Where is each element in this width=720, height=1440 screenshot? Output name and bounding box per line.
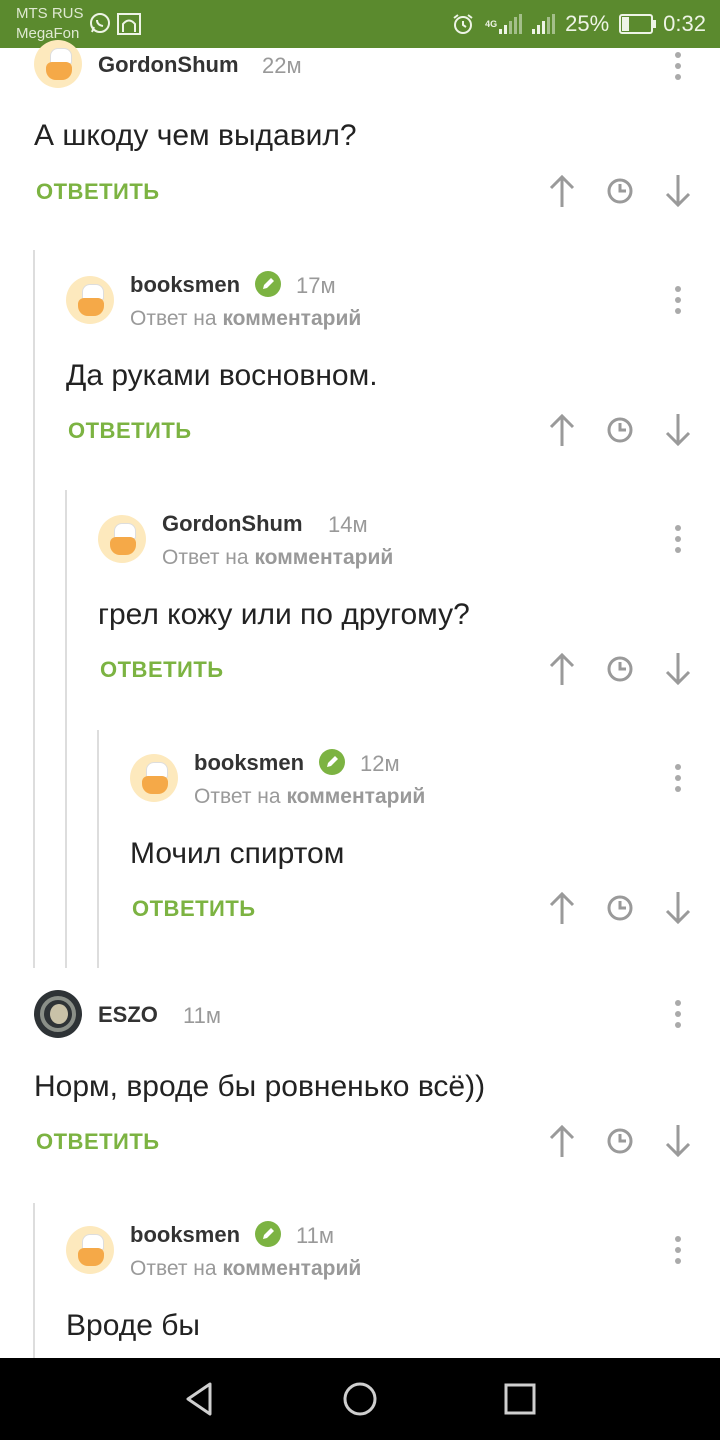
reply-to-prefix: Ответ на bbox=[162, 546, 249, 569]
reply-to-link[interactable]: комментарий bbox=[254, 546, 393, 569]
comment-text: грел кожу или по другому? bbox=[98, 598, 470, 631]
more-vert-icon[interactable] bbox=[668, 521, 688, 557]
battery-percent: 25% bbox=[565, 11, 610, 36]
whatsapp-icon bbox=[90, 13, 110, 33]
square-recents-icon[interactable] bbox=[500, 1380, 540, 1418]
comment-text: Вроде бы bbox=[66, 1309, 200, 1342]
arrow-up-icon[interactable] bbox=[546, 1123, 578, 1159]
status-bar: MTS RUS MegaFon 4G 25% 0:32 bbox=[0, 0, 720, 48]
circle-home-icon[interactable] bbox=[340, 1380, 380, 1418]
arrow-down-icon[interactable] bbox=[662, 651, 694, 687]
comment-author[interactable]: GordonShum bbox=[162, 511, 303, 537]
clock: 0:32 bbox=[663, 11, 706, 36]
arrow-up-icon[interactable] bbox=[546, 412, 578, 448]
battery-icon bbox=[619, 14, 657, 34]
clock-icon[interactable] bbox=[604, 651, 636, 687]
avatar[interactable] bbox=[98, 515, 146, 563]
more-vert-icon[interactable] bbox=[668, 760, 688, 796]
more-vert-icon[interactable] bbox=[668, 996, 688, 1032]
alarm-icon bbox=[453, 14, 473, 34]
arrow-down-icon[interactable] bbox=[662, 1123, 694, 1159]
reply-to-line: Ответ на комментарий bbox=[194, 785, 425, 809]
reply-to-prefix: Ответ на bbox=[130, 307, 217, 330]
network-type-label: 4G bbox=[485, 19, 498, 29]
clock-icon[interactable] bbox=[604, 1123, 636, 1159]
arrow-down-icon[interactable] bbox=[662, 173, 694, 209]
mosque-app-icon bbox=[117, 13, 141, 35]
arrow-up-icon[interactable] bbox=[546, 890, 578, 926]
clock-icon[interactable] bbox=[604, 173, 636, 209]
reply-to-link[interactable]: комментарий bbox=[222, 1257, 361, 1280]
arrow-up-icon[interactable] bbox=[546, 651, 578, 687]
reply-to-line: Ответ на комментарий bbox=[130, 307, 361, 331]
avatar[interactable] bbox=[34, 40, 82, 88]
carrier-info: MTS RUS MegaFon bbox=[16, 4, 84, 44]
carrier-line-1: MTS RUS bbox=[16, 5, 84, 22]
reply-to-line: Ответ на комментарий bbox=[162, 546, 393, 570]
thread-line-level-1b bbox=[33, 1203, 35, 1358]
comment-time: 14м bbox=[328, 512, 368, 537]
comment-text: Норм, вроде бы ровненько всё)) bbox=[34, 1070, 486, 1103]
more-vert-icon[interactable] bbox=[668, 1232, 688, 1268]
verified-pencil-icon bbox=[255, 271, 281, 297]
comment-author[interactable]: booksmen bbox=[194, 750, 304, 776]
reply-to-link[interactable]: комментарий bbox=[222, 307, 361, 330]
navigation-bar bbox=[0, 1358, 720, 1440]
thread-line-level-1 bbox=[33, 250, 35, 968]
triangle-back-icon[interactable] bbox=[180, 1380, 220, 1418]
reply-button[interactable]: ОТВЕТИТЬ bbox=[132, 896, 256, 922]
reply-button[interactable]: ОТВЕТИТЬ bbox=[36, 179, 160, 205]
verified-pencil-icon bbox=[255, 1221, 281, 1247]
reply-to-link[interactable]: комментарий bbox=[286, 785, 425, 808]
avatar[interactable] bbox=[130, 754, 178, 802]
comment-text: А шкоду чем выдавил? bbox=[34, 119, 357, 152]
more-vert-icon[interactable] bbox=[668, 48, 688, 84]
comment-text: Да руками восновном. bbox=[66, 359, 378, 392]
avatar[interactable] bbox=[66, 1226, 114, 1274]
reply-to-prefix: Ответ на bbox=[194, 785, 281, 808]
arrow-down-icon[interactable] bbox=[662, 890, 694, 926]
reply-to-prefix: Ответ на bbox=[130, 1257, 217, 1280]
comment-text: Мочил спиртом bbox=[130, 837, 345, 870]
status-indicators: 4G 25% 0:32 bbox=[451, 8, 706, 40]
comment-time: 12м bbox=[360, 751, 400, 776]
comment-author[interactable]: booksmen bbox=[130, 272, 240, 298]
more-vert-icon[interactable] bbox=[668, 282, 688, 318]
clock-icon[interactable] bbox=[604, 890, 636, 926]
verified-pencil-icon bbox=[319, 749, 345, 775]
reply-button[interactable]: ОТВЕТИТЬ bbox=[68, 418, 192, 444]
comment-author[interactable]: booksmen bbox=[130, 1222, 240, 1248]
avatar[interactable] bbox=[66, 276, 114, 324]
comment-author[interactable]: GordonShum bbox=[98, 52, 239, 78]
signal-1-icon bbox=[499, 14, 523, 34]
comment-time: 22м bbox=[262, 53, 302, 78]
thread-line-level-3 bbox=[97, 730, 99, 968]
signal-2-icon bbox=[532, 14, 556, 34]
comment-time: 17м bbox=[296, 273, 336, 298]
clock-icon[interactable] bbox=[604, 412, 636, 448]
avatar[interactable] bbox=[34, 990, 82, 1038]
thread-line-level-2 bbox=[65, 490, 67, 968]
reply-button[interactable]: ОТВЕТИТЬ bbox=[100, 657, 224, 683]
arrow-up-icon[interactable] bbox=[546, 173, 578, 209]
comment-time: 11м bbox=[296, 1223, 334, 1248]
comment-author[interactable]: ESZO bbox=[98, 1002, 158, 1028]
reply-to-line: Ответ на комментарий bbox=[130, 1257, 361, 1281]
comment-time: 11м bbox=[183, 1003, 221, 1028]
network-4g-signal: 4G bbox=[485, 14, 523, 34]
arrow-down-icon[interactable] bbox=[662, 412, 694, 448]
reply-button[interactable]: ОТВЕТИТЬ bbox=[36, 1129, 160, 1155]
